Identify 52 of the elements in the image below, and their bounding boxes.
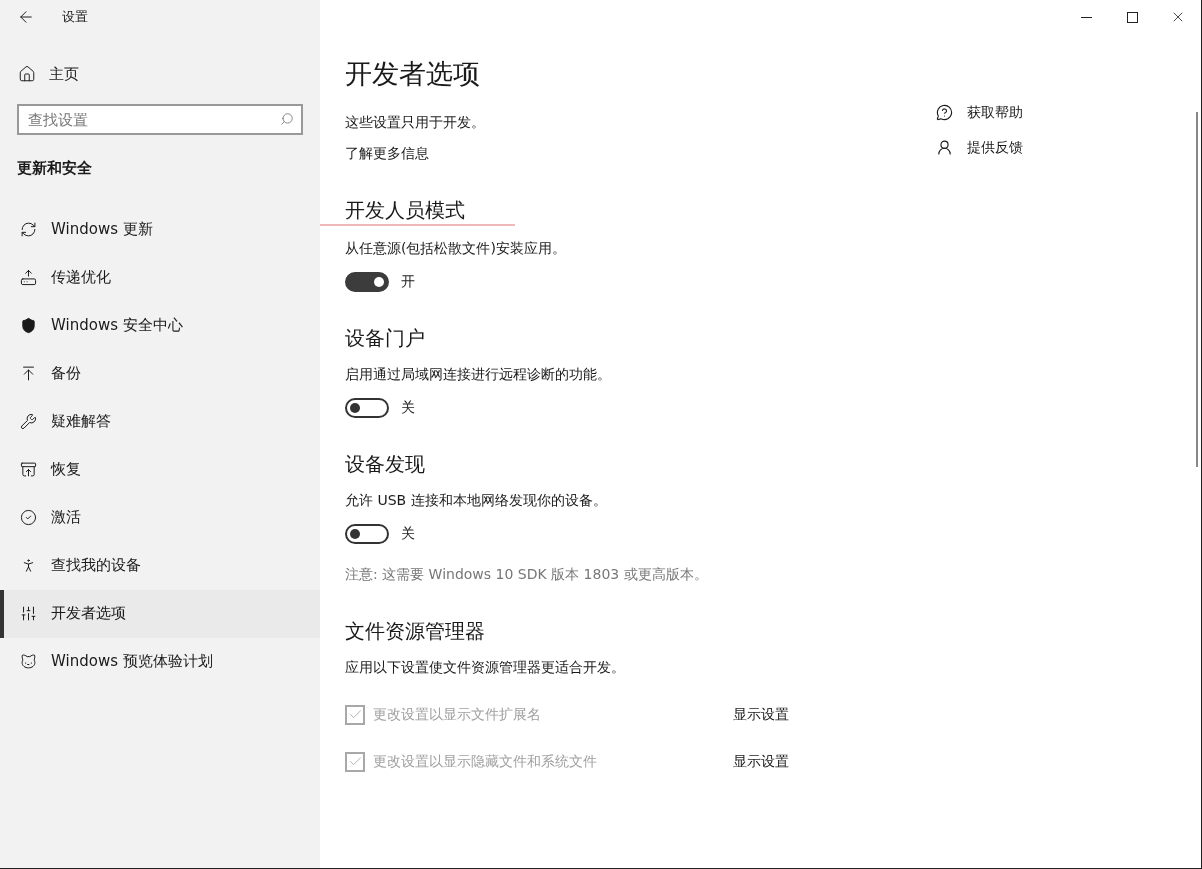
section-heading: 开发人员模式 (345, 197, 465, 224)
search-field[interactable]: 查找设置 (17, 104, 303, 135)
help-link[interactable]: 获取帮助 (936, 102, 1201, 123)
section-heading: 更新和安全 (16, 158, 93, 179)
section-heading: 文件资源管理器 (345, 618, 485, 645)
toggle-state-label: 关 (401, 524, 415, 543)
cat-icon (20, 653, 37, 670)
shield-icon (20, 317, 37, 334)
sidebar-item[interactable]: 查找我的设备 (0, 541, 320, 590)
back-icon (17, 8, 35, 26)
sidebar-item[interactable]: Windows 安全中心 (0, 301, 320, 350)
check-circle-icon (20, 509, 37, 526)
toggle-switch[interactable] (345, 523, 389, 544)
section-description: 从任意源(包括松散文件)安装应用。 (345, 239, 567, 258)
upload-tray-icon (20, 269, 37, 286)
restore-tray-icon (20, 461, 37, 478)
search-icon (280, 112, 294, 126)
sidebar-item[interactable]: 开发者选项 (0, 589, 320, 638)
sidebar-item[interactable]: 疑难解答 (0, 397, 320, 446)
section-description: 启用通过局域网连接进行远程诊断的功能。 (345, 365, 612, 384)
section-description: 允许 USB 连接和本地网络发现你的设备。 (345, 491, 608, 510)
person-icon (936, 139, 953, 156)
sidebar-item[interactable]: Windows 更新 (0, 205, 320, 254)
toggle-state-label: 关 (401, 398, 415, 417)
home-link[interactable]: 主页 (0, 56, 320, 92)
home-icon (18, 65, 36, 83)
section-heading: 设备发现 (345, 451, 425, 478)
help-link[interactable]: 提供反馈 (936, 137, 1201, 158)
sidebar-item[interactable]: Windows 预览体验计划 (0, 637, 320, 686)
toggle-switch[interactable] (345, 271, 389, 292)
checkbox-label: 更改设置以显示隐藏文件和系统文件 (373, 752, 597, 771)
question-bubble-icon (936, 104, 953, 121)
minimize-icon (1080, 16, 1092, 18)
maximize-icon (1126, 11, 1138, 23)
sidebar-item[interactable]: 备份 (0, 349, 320, 398)
toggle-switch[interactable] (345, 397, 389, 418)
page-description: 这些设置只用于开发。 (345, 113, 486, 132)
sliders-icon (20, 605, 37, 622)
sidebar-item[interactable]: 传递优化 (0, 253, 320, 302)
sidebar-item[interactable]: 恢复 (0, 445, 320, 494)
wrench-icon (20, 413, 37, 430)
checkbox-label: 更改设置以显示文件扩展名 (373, 705, 541, 724)
sidebar-item[interactable]: 激活 (0, 493, 320, 542)
section-heading: 设备门户 (345, 325, 425, 352)
window-title: 设置 (62, 8, 88, 27)
toggle-state-label: 开 (401, 272, 415, 291)
note-text: 注意: 这需要 Windows 10 SDK 版本 1803 或更高版本。 (345, 565, 709, 584)
refresh-icon (20, 221, 37, 238)
learn-more-link[interactable]: 了解更多信息 (345, 143, 936, 164)
page-title: 开发者选项 (345, 57, 481, 91)
section-description: 应用以下设置使文件资源管理器更适合开发。 (345, 658, 626, 677)
arrow-up-icon (20, 365, 37, 382)
